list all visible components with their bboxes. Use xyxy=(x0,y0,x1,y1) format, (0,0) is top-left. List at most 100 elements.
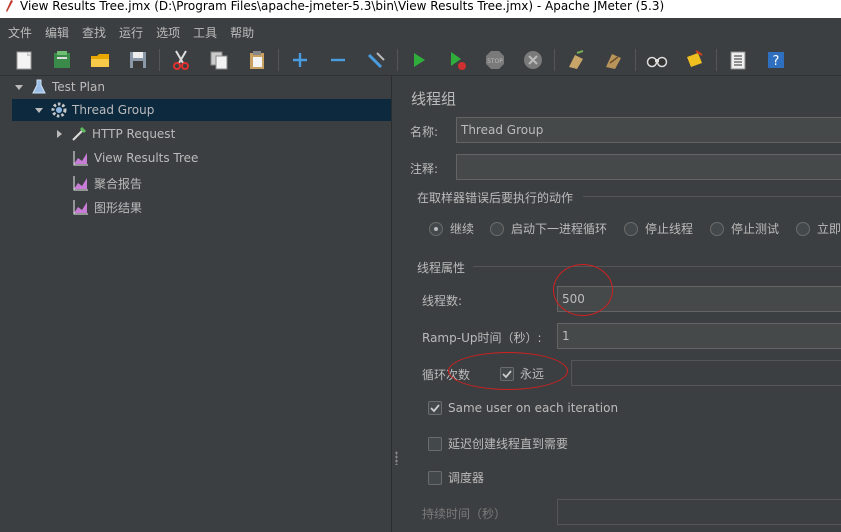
chart-icon xyxy=(73,176,88,191)
copy-button[interactable] xyxy=(205,46,233,74)
paste-icon xyxy=(250,50,264,69)
save-icon xyxy=(130,51,146,68)
delay-thread-creation-checkbox[interactable]: 延迟创建线程直到需要 xyxy=(428,435,568,452)
stop-button[interactable]: STOP xyxy=(481,46,509,74)
menu-help[interactable]: 帮助 xyxy=(230,24,254,41)
search-button[interactable] xyxy=(643,46,671,74)
name-field[interactable]: Thread Group xyxy=(456,117,841,143)
chart-icon xyxy=(73,151,88,166)
cut-icon xyxy=(173,49,189,70)
error-action-title: 在取样器错误后要执行的动作 xyxy=(417,191,574,205)
shutdown-icon xyxy=(524,50,542,69)
forever-checkbox[interactable]: 永远 xyxy=(500,365,544,382)
clear-all-button[interactable] xyxy=(600,46,628,74)
checkbox-box[interactable] xyxy=(428,401,442,415)
tree-item-label: 聚合报告 xyxy=(94,176,143,191)
jmeter-feather-icon xyxy=(6,0,13,12)
radio-dot[interactable] xyxy=(490,221,504,236)
function-helper-button[interactable] xyxy=(724,46,752,74)
radio-start-next-loop[interactable]: 启动下一进程循环 xyxy=(490,220,607,237)
checkbox-label: 延迟创建线程直到需要 xyxy=(448,437,569,451)
check-icon xyxy=(430,404,440,413)
pipette-icon xyxy=(72,126,87,141)
radio-label: 停止线程 xyxy=(645,222,694,236)
tree-item-http-request[interactable]: HTTP Request xyxy=(54,123,175,145)
reset-search-button[interactable] xyxy=(681,46,709,74)
open-icon xyxy=(91,53,109,67)
menu-options[interactable]: 选项 xyxy=(156,24,180,41)
radio-dot[interactable] xyxy=(710,221,724,236)
tree-item-view-results-tree[interactable]: View Results Tree xyxy=(72,147,198,169)
menu-run[interactable]: 运行 xyxy=(119,24,143,41)
clear-all-icon xyxy=(606,53,621,69)
radio-continue[interactable]: 继续 xyxy=(429,220,474,237)
templates-button[interactable] xyxy=(48,46,76,74)
open-button[interactable] xyxy=(86,46,114,74)
menu-tools[interactable]: 工具 xyxy=(193,24,217,41)
divider-grip[interactable] xyxy=(395,451,398,465)
tree-item-label: View Results Tree xyxy=(94,151,199,165)
toolbar-separator xyxy=(159,48,160,71)
checkbox-label: 永远 xyxy=(520,367,545,381)
radio-stop-test-now[interactable]: 立即 xyxy=(796,220,841,237)
window-title-bar: View Results Tree.jmx (D:\Program Files\… xyxy=(0,0,841,18)
chevron-down-icon[interactable] xyxy=(14,82,24,92)
templates-icon xyxy=(54,50,70,68)
checkbox-label: Same user on each iteration xyxy=(448,401,619,415)
rampup-field[interactable]: 1 xyxy=(557,323,841,349)
svg-text:STOP: STOP xyxy=(487,58,503,65)
gear-icon xyxy=(51,102,67,118)
scheduler-checkbox[interactable]: 调度器 xyxy=(428,469,484,486)
paste-button[interactable] xyxy=(243,46,271,74)
tree-item-test-plan[interactable]: Test Plan xyxy=(14,76,105,98)
thread-count-field[interactable]: 500 xyxy=(557,286,841,312)
tree-item-graph-results[interactable]: 图形结果 xyxy=(72,196,142,218)
checkbox-label: 调度器 xyxy=(448,471,485,485)
save-button[interactable] xyxy=(124,46,152,74)
radio-dot[interactable] xyxy=(796,221,810,236)
checkbox-box[interactable] xyxy=(428,436,442,451)
checkbox-box[interactable] xyxy=(500,366,514,381)
check-icon xyxy=(502,369,512,378)
toolbar-separator xyxy=(278,48,279,71)
copy-icon xyxy=(210,51,228,69)
clear-icon xyxy=(569,49,584,69)
tree-item-thread-group[interactable]: Thread Group xyxy=(12,99,391,121)
clear-button[interactable] xyxy=(562,46,590,74)
menu-edit[interactable]: 编辑 xyxy=(45,24,69,41)
collapse-all-button[interactable] xyxy=(324,46,352,74)
menu-bar: 文件 编辑 查找 运行 选项 工具 帮助 xyxy=(0,20,841,44)
tree-item-label: HTTP Request xyxy=(92,127,176,141)
chevron-right-icon[interactable] xyxy=(54,129,64,139)
radio-stop-thread[interactable]: 停止线程 xyxy=(624,220,693,237)
start-button[interactable] xyxy=(405,46,433,74)
tree-item-label: Thread Group xyxy=(72,103,155,117)
chevron-down-icon[interactable] xyxy=(34,105,44,115)
comment-field[interactable] xyxy=(456,154,841,180)
radio-stop-test[interactable]: 停止测试 xyxy=(710,220,779,237)
expand-all-button[interactable] xyxy=(286,46,314,74)
svg-text:?: ? xyxy=(773,54,780,69)
shutdown-button[interactable] xyxy=(519,46,547,74)
toggle-button[interactable] xyxy=(362,46,390,74)
tree-item-aggregate-report[interactable]: 聚合报告 xyxy=(72,172,142,194)
split-pane-divider[interactable] xyxy=(391,76,401,532)
same-user-checkbox[interactable]: Same user on each iteration xyxy=(428,401,618,415)
radio-label: 继续 xyxy=(450,222,475,236)
new-button[interactable] xyxy=(10,46,38,74)
checkbox-box[interactable] xyxy=(428,470,442,485)
help-button[interactable]: ? xyxy=(762,46,790,74)
menu-file[interactable]: 文件 xyxy=(8,24,32,41)
start-no-pauses-button[interactable] xyxy=(443,46,471,74)
duration-field[interactable] xyxy=(557,499,841,525)
toolbar: STOP ? xyxy=(0,44,841,76)
cut-button[interactable] xyxy=(167,46,195,74)
group-border xyxy=(473,266,841,267)
expand-icon xyxy=(293,52,307,67)
loop-count-field[interactable] xyxy=(571,360,841,386)
group-border xyxy=(583,196,841,197)
radio-dot[interactable] xyxy=(429,221,443,236)
radio-dot[interactable] xyxy=(624,221,638,236)
radio-label: 停止测试 xyxy=(731,222,780,236)
menu-search[interactable]: 查找 xyxy=(82,24,106,41)
